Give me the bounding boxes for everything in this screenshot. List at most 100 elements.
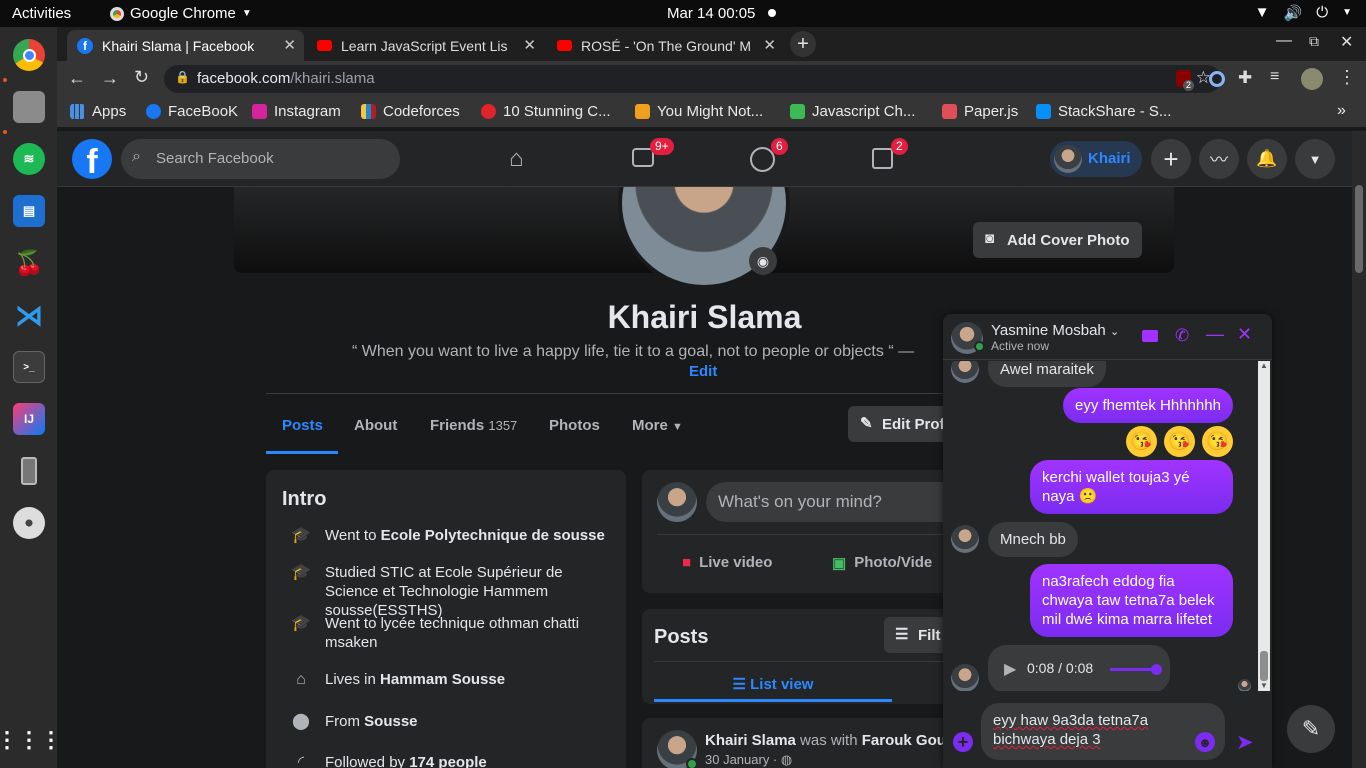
camera-icon[interactable]: ◉ <box>749 247 777 275</box>
scroll-down-icon[interactable]: ▼ <box>1260 681 1268 690</box>
reading-list-icon[interactable]: ≡ <box>1270 68 1279 86</box>
tab-more[interactable]: More ▼ <box>632 417 683 434</box>
terminal-icon[interactable]: >_ <box>13 351 45 383</box>
minimize-window-icon[interactable]: — <box>1276 32 1292 50</box>
message-outgoing[interactable]: eyy fhemtek Hhhhhhh <box>1063 388 1233 423</box>
maximize-window-icon[interactable]: ⧉ <box>1309 33 1319 50</box>
search-input[interactable]: ⌕ Search Facebook <box>121 139 400 179</box>
close-tab-icon[interactable]: ✕ <box>763 36 776 54</box>
close-chat-icon[interactable]: ✕ <box>1237 324 1252 345</box>
emoji-picker-icon[interactable]: ☻ <box>1195 732 1215 752</box>
scrollbar-thumb[interactable] <box>1260 651 1268 681</box>
contact-name[interactable]: Yasmine Mosbah ⌄ <box>991 322 1119 339</box>
spotify-icon[interactable]: ≋ <box>13 143 45 175</box>
bookmark-stackshare[interactable]: StackShare - S... <box>1036 103 1171 120</box>
list-view-tab[interactable]: ☰ List view <box>654 675 892 693</box>
bookmark-codeforces[interactable]: Codeforces <box>361 103 460 120</box>
tab-about[interactable]: About <box>354 417 397 434</box>
cherry-icon[interactable]: 🍒 <box>13 247 45 279</box>
system-tray[interactable]: ▼ 🔊 ⏻ ▼ <box>1255 4 1352 22</box>
minimize-chat-icon[interactable]: — <box>1206 324 1224 345</box>
bookmark-stunning[interactable]: 10 Stunning C... <box>481 103 611 120</box>
message-outgoing[interactable]: kerchi wallet touja3 yé naya 🙁 <box>1030 460 1233 514</box>
message-incoming[interactable]: Mnech bb <box>988 522 1078 557</box>
reload-icon[interactable]: ↻ <box>134 67 149 88</box>
facebook-logo-icon[interactable]: f <box>72 139 112 179</box>
rss-icon: ◜ <box>297 754 305 768</box>
close-window-icon[interactable]: ✕ <box>1340 32 1353 52</box>
tab-friends[interactable]: Friends 1357 <box>430 417 517 434</box>
tab-rose[interactable]: ROSÉ - 'On The Ground' M ✕ <box>547 30 784 61</box>
post-author[interactable]: Khairi Slama <box>705 732 796 749</box>
live-video-button[interactable]: ■ Live video <box>682 554 772 571</box>
chrome-menu-icon[interactable]: ⋮ <box>1338 67 1356 88</box>
extensions-puzzle-icon[interactable]: ✚ <box>1238 68 1252 88</box>
home-icon[interactable]: ⌂ <box>509 145 524 173</box>
activities-button[interactable]: Activities <box>12 5 71 22</box>
message-input[interactable]: eyy haw 9a3da tetna7a bichwaya deja 3 ☻ <box>981 703 1225 760</box>
forward-icon[interactable]: → <box>101 68 119 89</box>
audio-progress-knob[interactable] <box>1151 664 1162 675</box>
message-list: Awel maraitek eyy fhemtek Hhhhhhh kerchi… <box>943 361 1261 691</box>
bookmarks-overflow-icon[interactable]: » <box>1337 102 1346 120</box>
list-icon: ☰ <box>732 676 746 693</box>
toolbar: ← → ↻ 🔒 facebook.com/khairi.slama ☆ 2 ✚ … <box>57 61 1366 97</box>
wifi-icon: ▼ <box>1254 4 1270 21</box>
back-icon[interactable]: ← <box>68 68 86 89</box>
tab-posts[interactable]: Posts <box>282 417 323 434</box>
close-tab-icon[interactable]: ✕ <box>283 36 296 54</box>
profile-chip-label: Khairi <box>1088 150 1131 167</box>
scroll-up-icon[interactable]: ▲ <box>1260 361 1268 370</box>
profile-chip[interactable]: Khairi <box>1050 141 1142 177</box>
files-icon[interactable] <box>13 91 45 123</box>
composer-input[interactable]: What's on your mind? <box>706 482 962 522</box>
add-attachment-icon[interactable]: + <box>953 732 973 752</box>
phone-icon[interactable] <box>13 455 45 487</box>
page-scrollbar[interactable] <box>1352 131 1366 768</box>
chat-scrollbar[interactable]: ▲ ▼ <box>1258 361 1270 691</box>
vscode-icon[interactable]: ⋊ <box>13 299 45 331</box>
phone-call-icon[interactable]: ✆ <box>1175 326 1189 346</box>
new-tab-button[interactable]: + <box>790 31 816 57</box>
scrollbar-thumb[interactable] <box>1355 185 1363 273</box>
clock[interactable]: Mar 14 00:05 <box>667 5 755 22</box>
tab-javascript[interactable]: Learn JavaScript Event Lis ✕ <box>307 30 544 61</box>
tab-photos[interactable]: Photos <box>549 417 600 434</box>
add-cover-photo-button[interactable]: ◙ Add Cover Photo <box>973 222 1142 258</box>
send-icon[interactable]: ➤ <box>1236 730 1254 755</box>
address-bar[interactable]: 🔒 facebook.com/khairi.slama ☆ <box>164 65 1221 93</box>
chat-header[interactable]: Yasmine Mosbah ⌄ Active now ✆ — ✕ <box>943 314 1272 360</box>
extension-circle-icon[interactable] <box>1209 71 1225 87</box>
chrome-launcher-icon[interactable] <box>13 39 45 71</box>
bookmark-facebook[interactable]: FaceBooK <box>146 103 238 120</box>
app-menu[interactable]: Google Chrome ▼ <box>110 5 252 22</box>
tab-strip: f Khairi Slama | Facebook ✕ Learn JavaSc… <box>57 27 1366 61</box>
tagged-friend[interactable]: Farouk Gou <box>862 732 946 749</box>
video-call-icon[interactable] <box>1142 330 1158 342</box>
filter-icon: ☰ <box>895 626 909 643</box>
intellij-icon[interactable]: IJ <box>13 403 45 435</box>
profile-avatar-icon[interactable] <box>1301 68 1323 90</box>
bookmark-javascript[interactable]: Javascript Ch... <box>790 103 915 120</box>
gaming-icon[interactable] <box>872 148 893 169</box>
new-message-button[interactable]: ✎ <box>1287 705 1335 753</box>
message-outgoing[interactable]: na3rafech eddog fia chwaya taw tetna7a b… <box>1030 564 1233 637</box>
notifications-bell-icon[interactable]: 🔔 <box>1247 139 1287 179</box>
bookmark-instagram[interactable]: Instagram <box>252 103 341 120</box>
bookmark-apps[interactable]: Apps <box>70 103 126 120</box>
messenger-icon[interactable]: 〰 <box>1199 139 1239 179</box>
close-tab-icon[interactable]: ✕ <box>523 36 536 54</box>
play-icon[interactable]: ▶ <box>1004 659 1016 679</box>
disc-icon[interactable] <box>13 507 45 539</box>
message-incoming[interactable]: Awel maraitek <box>988 361 1106 387</box>
create-button[interactable]: + <box>1151 139 1191 179</box>
photo-video-button[interactable]: ▣ Photo/Vide <box>832 554 932 572</box>
account-menu-icon[interactable]: ▼ <box>1295 139 1335 179</box>
edit-bio-link[interactable]: Edit <box>689 363 717 380</box>
show-apps-icon[interactable]: ⋮⋮⋮ <box>0 724 62 756</box>
tab-facebook[interactable]: f Khairi Slama | Facebook ✕ <box>67 30 304 61</box>
audio-message[interactable]: ▶ 0:08 / 0:08 <box>988 645 1170 691</box>
writer-icon[interactable]: ▤ <box>13 195 45 227</box>
bookmark-paperjs[interactable]: Paper.js <box>942 103 1018 120</box>
bookmark-you-might-not[interactable]: You Might Not... <box>635 103 763 120</box>
